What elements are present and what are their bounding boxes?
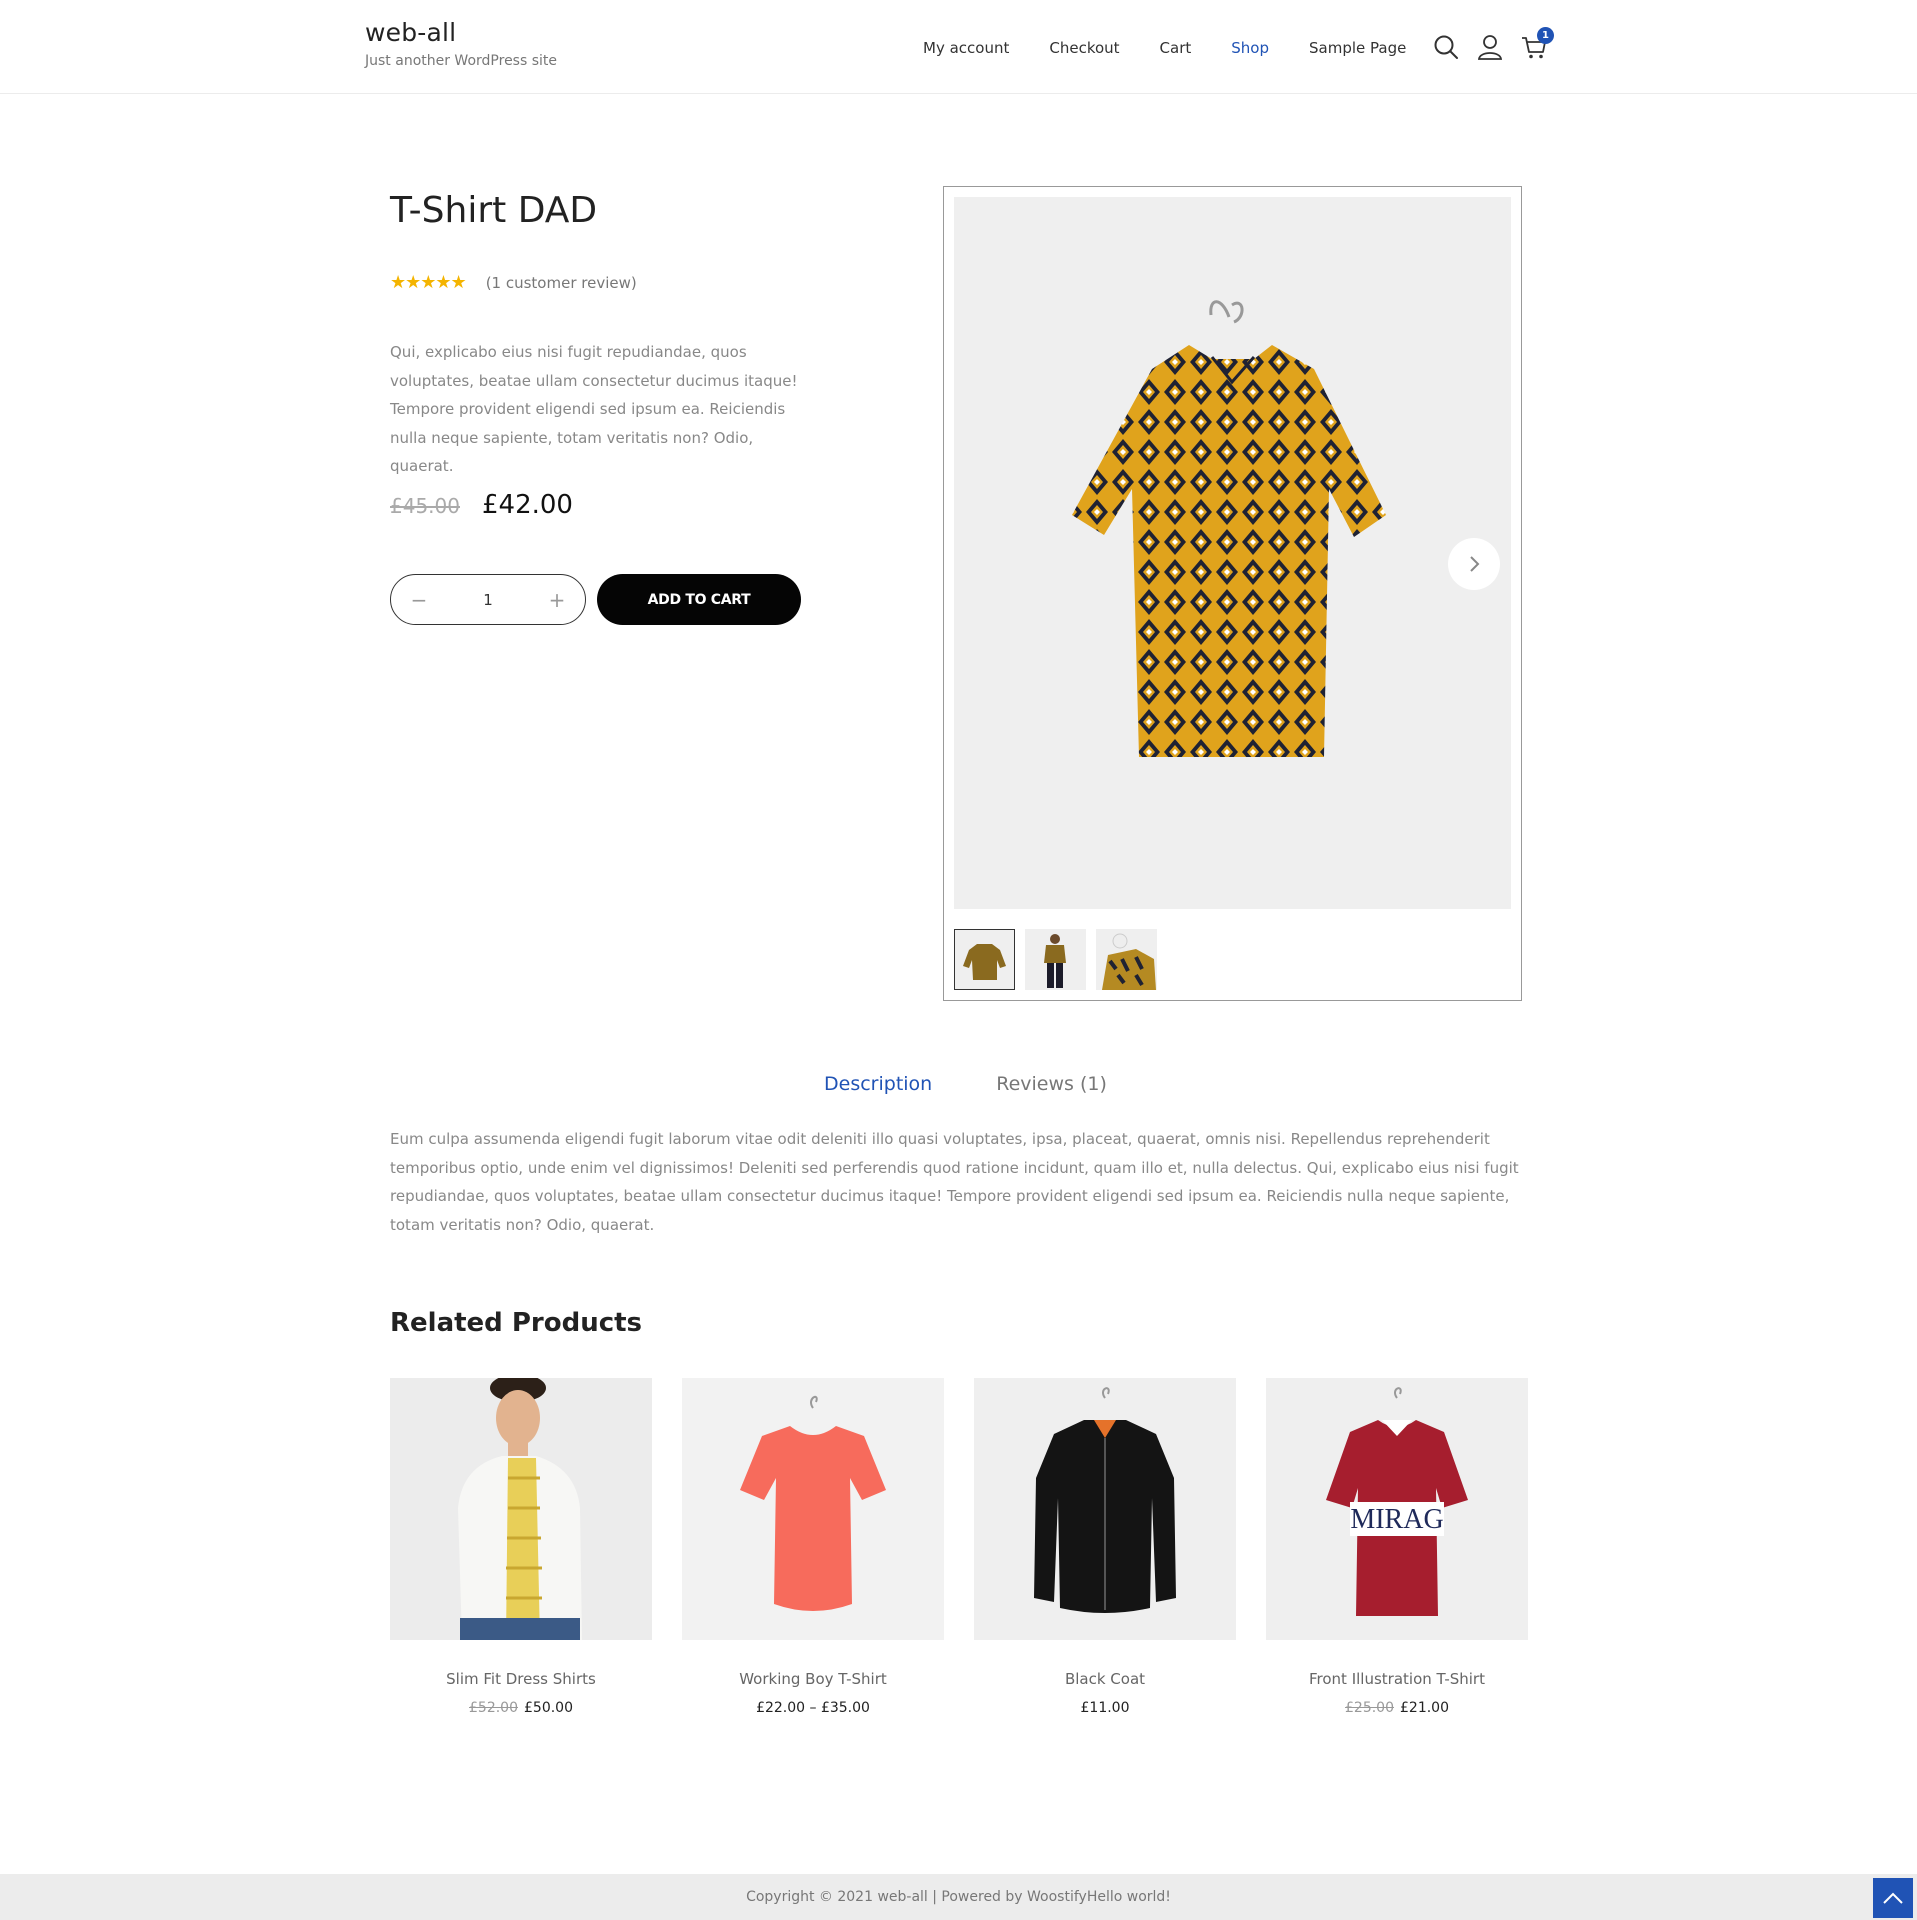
footer-copyright: Copyright © 2021 web-all | Powered by Wo… [746, 1889, 1171, 1905]
main-nav: My account Checkout Cart Shop Sample Pag… [923, 39, 1406, 57]
customer-review-link[interactable]: (1 customer review) [486, 274, 637, 292]
product-card-image[interactable] [390, 1378, 652, 1640]
gallery-thumbnail[interactable] [1096, 929, 1157, 990]
product-card-name[interactable]: Working Boy T-Shirt [682, 1670, 944, 1688]
product-card[interactable]: Slim Fit Dress Shirts £52.00 £50.00 [390, 1378, 652, 1716]
product-card-sale-price: £50.00 [524, 1700, 573, 1716]
product-card-image[interactable] [974, 1378, 1236, 1640]
back-to-top-button[interactable] [1873, 1878, 1913, 1918]
quantity-decrease-button[interactable]: − [409, 588, 429, 612]
price-row: £45.00 £42.00 [390, 490, 573, 520]
product-card-old-price: £52.00 [469, 1700, 518, 1716]
header-icons: 1 [1432, 27, 1554, 61]
gallery-thumbnails [954, 929, 1157, 990]
nav-sample-page[interactable]: Sample Page [1309, 39, 1406, 57]
quantity-input[interactable]: 1 [483, 591, 493, 609]
chevron-right-icon [1470, 556, 1480, 572]
product-card-image[interactable] [682, 1378, 944, 1640]
product-card-price: £52.00 £50.00 [390, 1700, 652, 1716]
user-icon[interactable] [1476, 33, 1504, 61]
product-card[interactable]: MIRAG Front Illustration T-Shirt £25.00 £… [1266, 1378, 1528, 1716]
quantity-stepper: − 1 + [390, 574, 586, 625]
search-icon[interactable] [1432, 33, 1460, 61]
product-card-sale-price: £22.00 – £35.00 [756, 1700, 870, 1716]
product-card[interactable]: Working Boy T-Shirt £22.00 – £35.00 [682, 1378, 944, 1716]
product-card-name[interactable]: Black Coat [974, 1670, 1236, 1688]
site-footer: Copyright © 2021 web-all | Powered by Wo… [0, 1874, 1917, 1920]
site-tagline: Just another WordPress site [365, 53, 558, 69]
product-description: Eum culpa assumenda eligendi fugit labor… [390, 1130, 1519, 1234]
cart-icon[interactable]: 1 [1520, 27, 1554, 61]
product-short-description: Qui, explicabo eius nisi fugit repudiand… [390, 343, 798, 475]
gallery-thumbnail[interactable] [1025, 929, 1086, 990]
product-card[interactable]: Black Coat £11.00 [974, 1378, 1236, 1716]
related-products-title: Related Products [390, 1308, 643, 1338]
product-card-price: £22.00 – £35.00 [682, 1700, 944, 1716]
tab-reviews[interactable]: Reviews (1) [996, 1073, 1107, 1095]
nav-shop[interactable]: Shop [1231, 39, 1269, 57]
brand: web-all Just another WordPress site [365, 18, 557, 69]
old-price: £45.00 [390, 494, 460, 518]
chevron-up-icon [1883, 1892, 1903, 1904]
product-tabs: Description Reviews (1) [824, 1073, 1107, 1095]
product-card-name[interactable]: Front Illustration T-Shirt [1266, 1670, 1528, 1688]
gallery-thumbnail[interactable] [954, 929, 1015, 990]
site-header: web-all Just another WordPress site My a… [0, 0, 1917, 94]
star-rating-icon: ★★★★★ [390, 272, 467, 293]
product-title: T-Shirt DAD [390, 190, 598, 231]
tab-description[interactable]: Description [824, 1073, 932, 1095]
cart-count-badge: 1 [1537, 27, 1554, 44]
product-card-price: £11.00 [974, 1700, 1236, 1716]
sale-price: £42.00 [481, 490, 573, 520]
site-title[interactable]: web-all [365, 18, 557, 47]
product-gallery [943, 186, 1522, 1001]
product-card-name[interactable]: Slim Fit Dress Shirts [390, 1670, 652, 1688]
add-to-cart-button[interactable]: ADD TO CART [597, 574, 801, 625]
product-card-price: £25.00 £21.00 [1266, 1700, 1528, 1716]
product-print-text: MIRAG [1350, 1504, 1443, 1535]
nav-checkout[interactable]: Checkout [1049, 39, 1119, 57]
product-main-image[interactable] [954, 197, 1511, 909]
nav-cart[interactable]: Cart [1160, 39, 1192, 57]
rating-row: ★★★★★ (1 customer review) [390, 272, 637, 293]
related-products-grid: Slim Fit Dress Shirts £52.00 £50.00 Worki… [390, 1378, 1528, 1716]
product-card-sale-price: £11.00 [1080, 1700, 1130, 1716]
quantity-increase-button[interactable]: + [547, 588, 567, 612]
product-card-image[interactable]: MIRAG [1266, 1378, 1528, 1640]
product-card-old-price: £25.00 [1345, 1700, 1394, 1716]
nav-my-account[interactable]: My account [923, 39, 1009, 57]
gallery-next-button[interactable] [1448, 538, 1500, 590]
product-card-sale-price: £21.00 [1400, 1700, 1449, 1716]
